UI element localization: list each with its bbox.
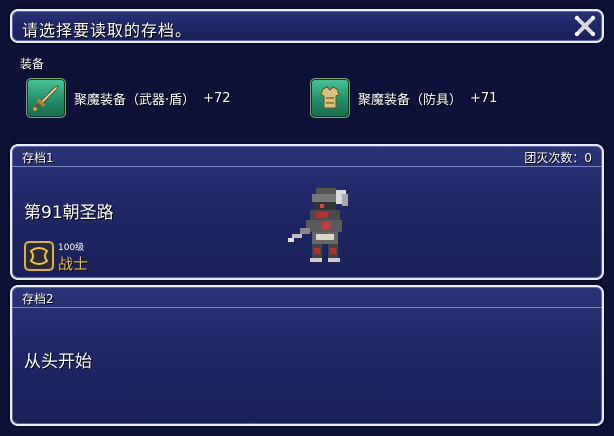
equipment-armor: 聚魔装备（防具） +71 — [310, 76, 497, 120]
header-bar: 请选择要读取的存档。 — [10, 9, 604, 43]
weapon-bonus: +72 — [203, 90, 231, 106]
header-title: 请选择要读取的存档。 — [22, 21, 193, 40]
close-icon[interactable] — [574, 15, 596, 37]
slot-location: 第91朝圣路 — [24, 203, 114, 223]
equipment-weapon: 聚魔装备（武器·盾） +72 — [26, 76, 231, 120]
save-slot-2[interactable]: 存档2 从头开始 — [10, 285, 604, 426]
job-name: 战士 — [58, 255, 89, 273]
weapon-name: 聚魔装备（武器·盾） — [74, 92, 196, 108]
save-select-screen: 请选择要读取的存档。 装备 聚魔装备（武器·盾） +72 聚魔装备（防具） +7… — [0, 0, 614, 436]
slot-header: 存档1 团灭次数：0 — [12, 146, 602, 167]
armor-icon — [310, 78, 350, 118]
armor-name: 聚魔装备（防具） — [358, 92, 463, 108]
equipment-label: 装备 — [20, 57, 45, 71]
job-level: 100级 — [58, 243, 85, 253]
armor-bonus: +71 — [470, 90, 498, 106]
save-slot-1[interactable]: 存档1 团灭次数：0 第91朝圣路 100级 战士 — [10, 144, 604, 280]
equipment-section: 装备 聚魔装备（武器·盾） +72 聚魔装备（防具） +71 — [10, 48, 604, 138]
slot-title: 存档1 — [22, 151, 54, 165]
job-icon — [24, 241, 54, 271]
new-game-text: 从头开始 — [24, 352, 92, 372]
sword-icon — [26, 78, 66, 118]
slot-header: 存档2 — [12, 287, 602, 308]
character-sprite — [286, 184, 358, 264]
slot-title: 存档2 — [22, 292, 54, 306]
wipe-count: 团灭次数：0 — [524, 151, 592, 165]
